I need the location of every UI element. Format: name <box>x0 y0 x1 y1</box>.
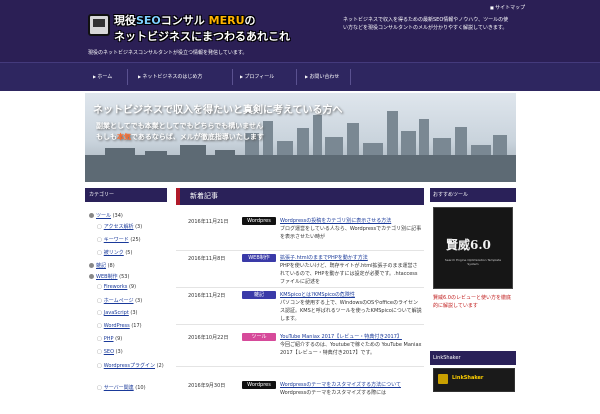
post-excerpt: PHPを使いたいけど、既存サイトが.html拡張子のまま運営されているので、PH… <box>280 263 418 285</box>
nav-item-getting-started[interactable]: ネットビジネスのはじめ方 <box>138 73 202 80</box>
post-date: 2016年10月22日 <box>188 335 229 341</box>
category-sidebar: カテゴリー ツール (34) アクセス解析 (3) キーワード (25) 被リン… <box>85 188 167 400</box>
category-item[interactable]: ホームページ (3) <box>97 297 142 304</box>
post-category-badge[interactable]: Wordpres <box>242 217 276 225</box>
product-description-link[interactable]: 賢威6.0のレビューと使い方を徹底的に解説しています <box>433 294 515 310</box>
post-list-item: 2016年11月21日 Wordpres Wordpressの投稿をカテゴリ別に… <box>176 214 424 251</box>
sitemap-link[interactable]: サイトマップ <box>490 4 525 11</box>
logo-title-line1: 現役SEOコンサル MERUの <box>114 14 256 27</box>
nav-item-profile[interactable]: プロフィール <box>240 73 274 80</box>
post-date: 2016年11月2日 <box>188 293 226 299</box>
site-header: 現役SEOコンサル MERUの ネットビジネスにまつわるあれこれ 現役のネットビ… <box>0 0 600 62</box>
product-icon <box>438 374 448 384</box>
post-list-item: 2016年9月30日 Wordpres Wordpressのテーマをカスタマイズ… <box>176 378 424 414</box>
new-posts-section: 新着記事 2016年11月21日 Wordpres Wordpressの投稿をカ… <box>176 188 424 400</box>
category-item[interactable]: キーワード (25) <box>97 236 141 243</box>
category-item[interactable]: Fireworks (9) <box>97 284 136 290</box>
post-excerpt: 今回ご紹介するのは、Youtubeで稼ぐための YouTube Maniax 2… <box>280 342 422 356</box>
linkshaker-banner[interactable]: LinkShaker <box>433 368 515 392</box>
post-list-item: 2016年11月8日 WEB制作 拡張子.htmlのままでPHPを動かす方法 P… <box>176 251 424 288</box>
post-excerpt: Wordpressのテーマをカスタマイズする際には <box>280 390 387 396</box>
category-item[interactable]: ツール (34) <box>89 212 123 219</box>
product-box-image[interactable]: 賢威6.0 Search Engine Optimization Templat… <box>433 207 513 289</box>
category-item[interactable]: Wordpressプラグイン (2) <box>97 362 164 369</box>
banner-subtitle-2: もしも本気であるならば、メルが徹底指導いたします <box>96 133 264 141</box>
nav-divider <box>296 69 297 85</box>
product-title: 賢威6.0 <box>446 238 491 252</box>
post-category-badge[interactable]: 雑記 <box>242 291 276 299</box>
post-title-link[interactable]: YouTube Maniax 2017【レビュー・特典付き2017】 <box>280 333 422 340</box>
category-item[interactable]: 被リンク (5) <box>97 249 133 256</box>
linkshaker-banner-text: LinkShaker <box>452 375 484 381</box>
post-date: 2016年11月8日 <box>188 256 226 262</box>
section-heading: 新着記事 <box>176 188 424 205</box>
post-title-link[interactable]: KMSpicoとは?KMSpicoの危険性 <box>280 291 422 298</box>
banner-title: ネットビジネスで収入を得たいと真剣に考えている方へ <box>93 105 343 116</box>
category-item[interactable]: SEO (3) <box>97 349 123 355</box>
post-category-badge[interactable]: WEB制作 <box>242 254 276 262</box>
category-item[interactable]: 雑記 (8) <box>89 262 115 269</box>
nav-item-contact[interactable]: お問い合わせ <box>305 73 339 80</box>
post-category-badge[interactable]: Wordpres <box>242 381 276 389</box>
post-title-link[interactable]: Wordpressの投稿をカテゴリ別に表示させる方法 <box>280 217 422 224</box>
post-title-link[interactable]: Wordpressのテーマをカスタマイズする方法について <box>280 381 422 388</box>
recommend-heading: おすすめツール <box>430 188 516 202</box>
banner-subtitle-1: 副業としてでも本業としてでもどちらでも構いません <box>96 122 264 130</box>
nav-divider <box>127 69 128 85</box>
post-title-link[interactable]: 拡張子.htmlのままでPHPを動かす方法 <box>280 254 422 261</box>
post-list-item: 2016年10月22日 ツール YouTube Maniax 2017【レビュー… <box>176 330 424 367</box>
nav-divider <box>232 69 233 85</box>
hero-banner: ネットビジネスで収入を得たいと真剣に考えている方へ 副業としてでも本業としてでも… <box>85 93 516 182</box>
site-description: ネットビジネスで収入を得るための最新SEO情報やノウハウ、ツールの使い方などを現… <box>343 17 509 31</box>
category-item[interactable]: JavaScript (3) <box>97 310 138 316</box>
category-item[interactable]: WEB制作 (53) <box>89 273 129 280</box>
category-item[interactable]: サーバー関連 (10) <box>97 384 146 391</box>
category-item[interactable]: アクセス解析 (3) <box>97 223 142 230</box>
linkshaker-heading: LinkShaker <box>430 351 516 365</box>
post-category-badge[interactable]: ツール <box>242 333 276 341</box>
nav-item-home[interactable]: ホーム <box>93 73 112 80</box>
category-heading: カテゴリー <box>85 188 167 202</box>
nav-divider <box>350 69 351 85</box>
right-sidebar: おすすめツール 賢威6.0 Search Engine Optimization… <box>430 188 516 400</box>
post-date: 2016年11月21日 <box>188 219 229 225</box>
product-subtitle: Search Engine Optimization Template Syst… <box>444 258 502 266</box>
post-excerpt: パソコンを使用する上で、WindowsのOSやofficeのライセンス認証。KM… <box>280 300 422 322</box>
category-item[interactable]: PHP (9) <box>97 336 122 342</box>
main-nav: ホーム ネットビジネスのはじめ方 プロフィール お問い合わせ <box>0 62 600 91</box>
logo-title-line2: ネットビジネスにまつわるあれこれ <box>114 30 290 43</box>
computer-icon <box>88 14 110 36</box>
category-item[interactable]: WordPress (17) <box>97 323 142 329</box>
post-excerpt: ブログ運営をしている人なら、Wordpressでカテゴリ別に記事を表示させたい時… <box>280 226 422 240</box>
post-list-item: 2016年11月2日 雑記 KMSpicoとは?KMSpicoの危険性 パソコン… <box>176 288 424 325</box>
site-logo[interactable]: 現役SEOコンサル MERUの ネットビジネスにまつわるあれこれ <box>88 12 290 46</box>
site-tagline: 現役のネットビジネスコンサルタントが役立つ情報を発信しています。 <box>88 50 248 56</box>
post-date: 2016年9月30日 <box>188 383 226 389</box>
